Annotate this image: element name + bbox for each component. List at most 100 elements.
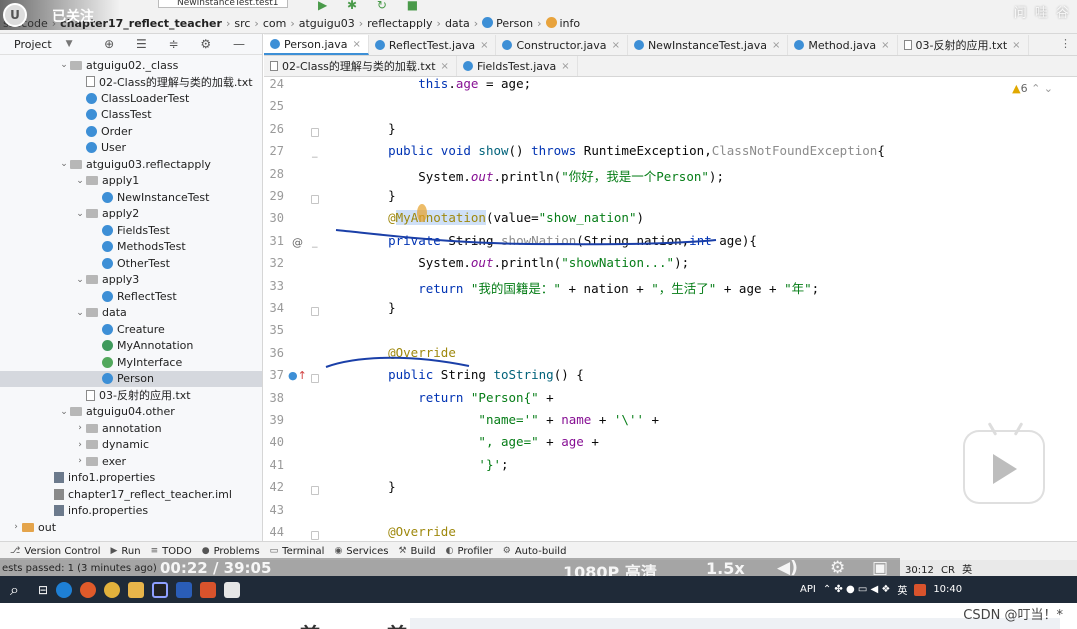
tree-item[interactable]: ⌄ apply3 xyxy=(0,272,262,289)
tool-window-button[interactable]: ⚒ Build xyxy=(398,546,435,557)
tree-item[interactable]: › annotation xyxy=(0,420,262,437)
code-line[interactable]: this.age = age; xyxy=(358,77,531,91)
fold-marker-icon[interactable] xyxy=(311,127,319,137)
breadcrumb-item[interactable]: data xyxy=(442,17,473,30)
tree-item[interactable]: MyInterface xyxy=(0,354,262,371)
tree-item[interactable]: info.properties xyxy=(0,503,262,520)
chrome-icon[interactable] xyxy=(104,581,121,598)
tool-window-button[interactable]: ▶ Run xyxy=(110,546,140,557)
expand-arrow-icon[interactable]: › xyxy=(74,423,86,433)
breadcrumb-item[interactable]: com xyxy=(260,17,290,30)
tree-item[interactable]: Order xyxy=(0,123,262,140)
breadcrumb-item[interactable]: src xyxy=(231,17,253,30)
intellij-icon[interactable] xyxy=(152,581,169,598)
close-icon[interactable]: × xyxy=(1012,40,1020,51)
code-line[interactable]: return "我的国籍是：" + nation + "，生活了" + age … xyxy=(358,278,819,297)
tree-item[interactable]: ⌄ atguigu04.other xyxy=(0,404,262,421)
code-line[interactable]: @Override xyxy=(358,345,456,360)
expand-arrow-icon[interactable]: ⌄ xyxy=(74,308,86,318)
tool-window-button[interactable]: ◉ Services xyxy=(334,546,388,557)
close-icon[interactable]: × xyxy=(612,40,620,51)
code-line[interactable]: System.out.println("showNation..."); xyxy=(358,255,689,270)
fold-toggle-icon[interactable]: − xyxy=(311,150,319,163)
file-explorer-icon[interactable] xyxy=(128,581,145,598)
code-line[interactable]: } xyxy=(358,479,396,494)
expand-arrow-icon[interactable]: ⌄ xyxy=(58,159,70,169)
code-editor[interactable]: 24 25 26 27 28 29 30 31 32 33 34 35 36 37 38 39 40 41 42 43… xyxy=(264,77,1077,541)
code-line[interactable]: } xyxy=(358,121,396,136)
breadcrumb-item[interactable]: atguigu03 xyxy=(296,17,358,30)
override-gutter-icon[interactable]: ●↑ xyxy=(288,369,307,382)
fold-marker-icon[interactable] xyxy=(311,195,319,204)
tool-window-button[interactable]: ▭ Terminal xyxy=(270,546,325,557)
fold-marker-icon[interactable] xyxy=(311,374,319,384)
project-view-selector[interactable]: Project xyxy=(14,38,52,51)
expand-arrow-icon[interactable]: › xyxy=(74,440,86,450)
fold-marker-icon[interactable] xyxy=(311,531,319,540)
chevron-up-icon[interactable]: ⌃ xyxy=(1031,82,1040,95)
code-line[interactable]: @MyAnnotation(value="show_nation") xyxy=(358,210,644,226)
tree-item[interactable]: MethodsTest xyxy=(0,239,262,256)
code-line[interactable]: } xyxy=(358,300,396,315)
code-line[interactable]: ", age=" + age + xyxy=(358,434,598,449)
ime-indicator[interactable]: 英 xyxy=(962,565,972,576)
editor-tab[interactable]: ReflectTest.java × xyxy=(369,35,497,55)
code-line[interactable]: "name='" + name + '\'' + xyxy=(358,412,659,427)
tree-item[interactable]: ⌄ data xyxy=(0,305,262,322)
app-icon-p[interactable] xyxy=(176,581,193,598)
tree-item[interactable]: ReflectTest xyxy=(0,288,262,305)
close-icon[interactable]: × xyxy=(772,40,780,51)
tree-item[interactable]: Person xyxy=(0,370,262,387)
tray-icons[interactable]: ⌃ ✤ ● ▭ ◀ ❖ xyxy=(823,584,890,595)
status-message[interactable]: ests passed: 1 (3 minutes ago) xyxy=(0,563,157,574)
code-line[interactable]: private String showNation(String nation,… xyxy=(358,233,757,248)
tree-item[interactable]: Creature xyxy=(0,321,262,338)
fold-toggle-icon[interactable]: − xyxy=(311,240,319,253)
close-icon[interactable]: × xyxy=(353,39,361,50)
editor-tab[interactable]: Constructor.java × xyxy=(496,35,628,55)
close-icon[interactable]: × xyxy=(881,40,889,51)
expand-arrow-icon[interactable]: ⌄ xyxy=(74,275,86,285)
tree-item[interactable]: User xyxy=(0,140,262,157)
code-line[interactable]: public String toString() { xyxy=(358,367,584,382)
tool-window-button[interactable]: ◐ Profiler xyxy=(446,546,493,557)
inspection-widget[interactable]: ▲6 ⌃ ⌄ xyxy=(1012,82,1053,95)
editor-tab[interactable]: FieldsTest.java × xyxy=(457,56,578,76)
expand-arrow-icon[interactable]: ⌄ xyxy=(74,209,86,219)
tree-item[interactable]: NewInstanceTest xyxy=(0,189,262,206)
tree-item[interactable]: ⌄ atguigu03.reflectapply xyxy=(0,156,262,173)
api-label[interactable]: API xyxy=(800,584,816,595)
task-view-icon[interactable]: ⊟ xyxy=(38,583,48,597)
annotation-gutter-icon[interactable]: @ xyxy=(292,236,303,249)
editor-tab[interactable]: NewInstanceTest.java × xyxy=(628,35,789,55)
fold-marker-icon[interactable] xyxy=(311,486,319,496)
chevron-down-icon[interactable]: ⌄ xyxy=(1044,82,1053,95)
breadcrumb-item[interactable]: Person xyxy=(479,16,536,30)
breadcrumb-item[interactable]: info xyxy=(543,16,584,30)
line-separator[interactable]: CR xyxy=(941,565,955,576)
close-icon[interactable]: × xyxy=(441,61,449,72)
tab-list-dropdown-icon[interactable]: ⋮ xyxy=(1060,37,1071,50)
editor-tab[interactable]: Person.java × xyxy=(264,35,369,55)
tree-item[interactable]: 02-Class的理解与类的加载.txt xyxy=(0,74,262,91)
code-line[interactable]: '}'; xyxy=(358,457,508,472)
tree-item[interactable]: chapter17_reflect_teacher.iml xyxy=(0,486,262,503)
code-line[interactable]: } xyxy=(358,188,396,203)
expand-arrow-icon[interactable]: ⌄ xyxy=(58,407,70,417)
tree-item[interactable]: ⌄ apply2 xyxy=(0,206,262,223)
tool-window-button[interactable]: ≡ TODO xyxy=(151,546,192,557)
run-config-tab[interactable]: NewInstanceTest.test1 xyxy=(158,0,288,8)
app-icon-orange[interactable] xyxy=(200,581,217,598)
app-tray-icon[interactable] xyxy=(914,583,927,596)
breadcrumb-item[interactable]: reflectapply xyxy=(364,17,435,30)
uploader-avatar[interactable]: U xyxy=(3,3,27,27)
tree-item[interactable]: ⌄ atguigu02._class xyxy=(0,57,262,74)
tray-ime[interactable]: 英 xyxy=(897,582,907,597)
code-line[interactable]: public void show() throws RuntimeExcepti… xyxy=(358,143,885,158)
project-panel-tools[interactable]: ⊕ ☰ ≑ ⚙ — xyxy=(104,37,254,51)
clock[interactable]: 10:40 xyxy=(933,584,962,595)
tree-item[interactable]: 03-反射的应用.txt xyxy=(0,387,262,404)
tree-item[interactable]: ⌄ apply1 xyxy=(0,173,262,190)
edge-icon[interactable] xyxy=(56,581,73,598)
app-icon-notes[interactable] xyxy=(224,581,241,598)
